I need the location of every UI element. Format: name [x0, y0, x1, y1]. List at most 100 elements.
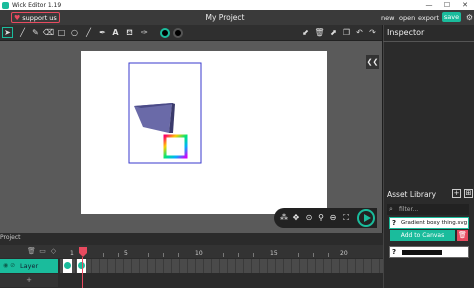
frame-number-15: 15: [270, 250, 278, 257]
line-tool[interactable]: ╱: [83, 27, 94, 38]
frame-tick: [163, 253, 164, 257]
fill-color-swatch[interactable]: [160, 28, 170, 38]
collapse-panel-button[interactable]: ❮❮: [366, 55, 379, 69]
project-title[interactable]: My Project: [195, 13, 255, 22]
pen-icon: ✒: [99, 28, 106, 37]
add-to-canvas-button[interactable]: Add to Canvas: [390, 230, 455, 241]
delete-asset-button[interactable]: 🗑: [457, 230, 468, 241]
delete-icon: 🗑: [314, 28, 325, 37]
pan-button[interactable]: ✥: [291, 212, 301, 223]
fullscreen-button[interactable]: ⛶: [341, 212, 351, 223]
ellipse-tool[interactable]: ○: [69, 27, 80, 38]
settings-button[interactable]: ⚙: [464, 12, 474, 23]
trash-icon: 🗑: [458, 231, 467, 239]
frame-tick: [253, 253, 254, 257]
redo-button[interactable]: ↷: [367, 27, 378, 38]
heart-icon: ♥: [14, 13, 21, 22]
stroke-color-swatch[interactable]: [173, 28, 183, 38]
minimize-button[interactable]: —: [420, 0, 438, 10]
menu-export[interactable]: export: [418, 14, 439, 22]
layer-row[interactable]: ◉ ⊘ Layer: [0, 259, 58, 273]
visibility-icon[interactable]: ◉ ⊘: [3, 259, 15, 273]
add-layer-button[interactable]: +: [0, 274, 58, 287]
support-us-button[interactable]: ♥ support us: [11, 12, 60, 23]
zoom-out-button[interactable]: ⊖: [328, 212, 338, 223]
text-tool[interactable]: A: [110, 27, 121, 38]
rectangle-tool[interactable]: □: [56, 27, 67, 38]
frame-icon: ▭: [39, 247, 46, 255]
window-titlebar: Wick Editor 1.19 — ☐ ✕: [0, 0, 474, 10]
project-canvas[interactable]: [81, 51, 327, 214]
eraser-tool[interactable]: ⌫: [43, 27, 54, 38]
onion-skin-icon: ⁂: [280, 213, 288, 222]
inspector-divider: [383, 41, 474, 42]
close-window-button[interactable]: ✕: [456, 0, 474, 10]
frame-tick: [313, 253, 314, 257]
delete-layer-button[interactable]: 🗑: [27, 247, 36, 256]
menu-new[interactable]: new: [381, 14, 394, 22]
pencil-icon: ✎: [32, 28, 39, 37]
pen-tool[interactable]: ✒: [97, 27, 108, 38]
maximize-button[interactable]: ☐: [438, 0, 456, 10]
search-icon: ⌕: [389, 205, 393, 213]
recenter-icon: ⊙: [305, 213, 313, 222]
unknown-file-icon: ?: [392, 219, 397, 227]
support-label: support us: [22, 13, 57, 22]
undo-button[interactable]: ↶: [354, 27, 365, 38]
line-icon: ╱: [86, 28, 91, 37]
add-asset-button[interactable]: +: [452, 189, 461, 198]
asset-filter-input[interactable]: ⌕ filter...: [387, 204, 469, 215]
import-asset-button[interactable]: ⊞: [464, 189, 473, 198]
frame-number-5: 5: [124, 250, 128, 257]
brush-icon: ╱: [20, 28, 25, 37]
keyframe[interactable]: [63, 259, 72, 273]
import-icon: ⊞: [465, 189, 472, 197]
save-button[interactable]: save: [442, 12, 461, 22]
copy-button[interactable]: ❐: [341, 27, 352, 38]
frame-tick: [178, 253, 179, 257]
asset-item-selected[interactable]: ? Gradient boxy thing.svg: [389, 217, 469, 229]
settings-icon: ⚙: [465, 13, 474, 22]
move-arrows-icon: ✥: [292, 213, 300, 222]
eyedropper-icon: ✑: [141, 28, 148, 37]
onion-skin-button[interactable]: ⁂: [279, 212, 289, 223]
frame-number-1: 1: [70, 250, 74, 257]
send-backward-button[interactable]: ⬋: [300, 27, 311, 38]
eyedropper-tool[interactable]: ✑: [139, 27, 150, 38]
pencil-tool[interactable]: ✎: [30, 27, 41, 38]
frame-tick: [328, 253, 329, 257]
delete-button[interactable]: 🗑: [314, 27, 325, 38]
add-frame-button[interactable]: ▭: [38, 247, 47, 256]
bring-forward-icon: ⬈: [330, 28, 337, 37]
asset-item[interactable]: ?: [389, 246, 469, 258]
send-backward-icon: ⬋: [302, 28, 309, 37]
eraser-icon: ⌫: [42, 28, 55, 37]
frames-row[interactable]: [60, 259, 383, 273]
plus-icon: +: [453, 189, 460, 197]
project-tab[interactable]: Project: [0, 234, 22, 244]
frame-tick: [118, 253, 119, 257]
asset-name: Gradient boxy thing.svg: [401, 220, 468, 226]
inspector-title: Inspector: [387, 28, 425, 37]
inspector-panel: [383, 25, 474, 187]
frame-tick: [148, 253, 149, 257]
zoom-icon: ⚲: [318, 213, 324, 222]
redacted-asset-name: [402, 250, 442, 255]
fill-bucket-tool[interactable]: ⛾: [124, 27, 135, 38]
tween-button[interactable]: ◇: [49, 247, 58, 256]
recenter-button[interactable]: ⊙: [304, 212, 314, 223]
frame-number-20: 20: [340, 250, 348, 257]
asset-library-title: Asset Library: [387, 190, 437, 199]
text-icon: A: [112, 28, 119, 37]
zoom-in-button[interactable]: ⚲: [316, 212, 326, 223]
menu-open[interactable]: open: [399, 14, 415, 22]
playhead-line: [82, 257, 83, 288]
copy-icon: ❐: [342, 28, 351, 37]
redo-icon: ↷: [369, 28, 376, 37]
fill-bucket-icon: ⛾: [126, 27, 133, 37]
frame-tick: [238, 253, 239, 257]
brush-tool[interactable]: ╱: [17, 27, 28, 38]
bring-forward-button[interactable]: ⬈: [328, 27, 339, 38]
play-button[interactable]: [357, 209, 375, 227]
cursor-tool[interactable]: ➤: [2, 27, 13, 38]
